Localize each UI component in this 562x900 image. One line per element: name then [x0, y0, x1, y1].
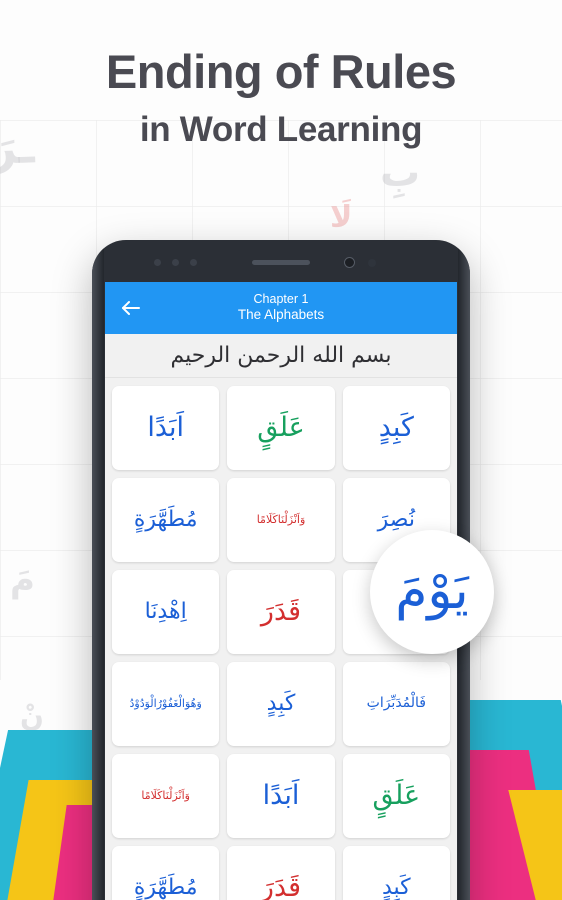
- background-arabic-3: لَا: [330, 200, 353, 235]
- headline-block: Ending of Rules in Word Learning: [0, 46, 562, 152]
- word-text: كَبِدٍ: [381, 874, 411, 900]
- headline-line-1: Ending of Rules: [105, 45, 457, 98]
- back-arrow-icon[interactable]: [115, 293, 145, 323]
- app-bar: Chapter 1 The Alphabets: [105, 282, 457, 334]
- word-card[interactable]: اَبَدًا: [112, 386, 220, 470]
- headline-line-2: in Word Learning: [139, 110, 423, 149]
- chapter-label: Chapter 1: [253, 291, 309, 306]
- word-card[interactable]: فَالْمُدَبِّرَاتِ: [342, 662, 450, 746]
- word-text: عَلَقٍ: [257, 412, 305, 444]
- word-text: قَدَرَ: [260, 872, 302, 900]
- word-text: وَاَنْزَلْنَاكَلَامًا: [141, 788, 190, 802]
- sensor-dot-3: [190, 259, 197, 266]
- background-arabic-2: بِ: [380, 150, 421, 196]
- word-card[interactable]: كَبِدٍ: [342, 846, 450, 900]
- page-title: The Alphabets: [237, 307, 325, 323]
- word-card[interactable]: كَبِدٍ: [342, 386, 450, 470]
- word-card[interactable]: مُطَهَّرَةٍ: [112, 478, 220, 562]
- earpiece-speaker: [252, 260, 310, 265]
- app-bar-titles: Chapter 1 The Alphabets: [238, 292, 324, 325]
- word-text: عَلَقٍ: [372, 780, 421, 812]
- word-text: نُصِرَ: [377, 506, 415, 532]
- phone-top-bezel: [92, 240, 470, 282]
- front-camera-icon: [344, 257, 355, 268]
- magnified-word: يَوْمَ: [395, 561, 469, 622]
- word-card[interactable]: وَهُوَالْغَفُوْرُالْوَدُوْدُ: [112, 662, 220, 746]
- word-card[interactable]: مُطَهَّرَةٍ: [112, 846, 220, 900]
- word-text: اَبَدًا: [147, 412, 185, 444]
- background-arabic-6: نْ: [20, 700, 44, 733]
- magnifier-bubble: يَوْمَ: [370, 530, 494, 654]
- word-card[interactable]: عَلَقٍ: [342, 754, 450, 838]
- word-text: اِهْدِنَا: [144, 598, 187, 624]
- word-text: مُطَهَّرَةٍ: [133, 506, 198, 532]
- word-text: كَبِدٍ: [378, 412, 414, 444]
- bismillah-text: بسم الله الرحمن الرحيم: [170, 343, 392, 368]
- bismillah-bar: بسم الله الرحمن الرحيم: [105, 334, 457, 378]
- word-text: قَدَرَ: [260, 596, 302, 628]
- sensor-dot-1: [154, 259, 161, 266]
- word-text: اَبَدًا: [262, 780, 300, 812]
- word-card[interactable]: عَلَقٍ: [227, 386, 335, 470]
- sensor-dot-4: [368, 259, 376, 267]
- word-card[interactable]: اِهْدِنَا: [112, 570, 220, 654]
- word-text: وَهُوَالْغَفُوْرُالْوَدُوْدُ: [129, 696, 202, 710]
- word-card[interactable]: وَاَنْزَلْنَاكَلَامًا: [227, 478, 335, 562]
- word-text: كَبِدٍ: [266, 690, 296, 716]
- phone-edge-left: [92, 240, 104, 900]
- word-card[interactable]: كَبِدٍ: [227, 662, 335, 746]
- word-text: وَاَنْزَلْنَاكَلَامًا: [256, 512, 306, 526]
- word-text: فَالْمُدَبِّرَاتِ: [366, 695, 426, 712]
- background-arabic-4: مَ: [10, 560, 35, 600]
- word-text: مُطَهَّرَةٍ: [133, 874, 198, 900]
- word-card[interactable]: قَدَرَ: [227, 570, 335, 654]
- word-card[interactable]: قَدَرَ: [227, 846, 335, 900]
- word-card[interactable]: اَبَدًا: [227, 754, 335, 838]
- word-card[interactable]: وَاَنْزَلْنَاكَلَامًا: [112, 754, 220, 838]
- sensor-dot-2: [172, 259, 179, 266]
